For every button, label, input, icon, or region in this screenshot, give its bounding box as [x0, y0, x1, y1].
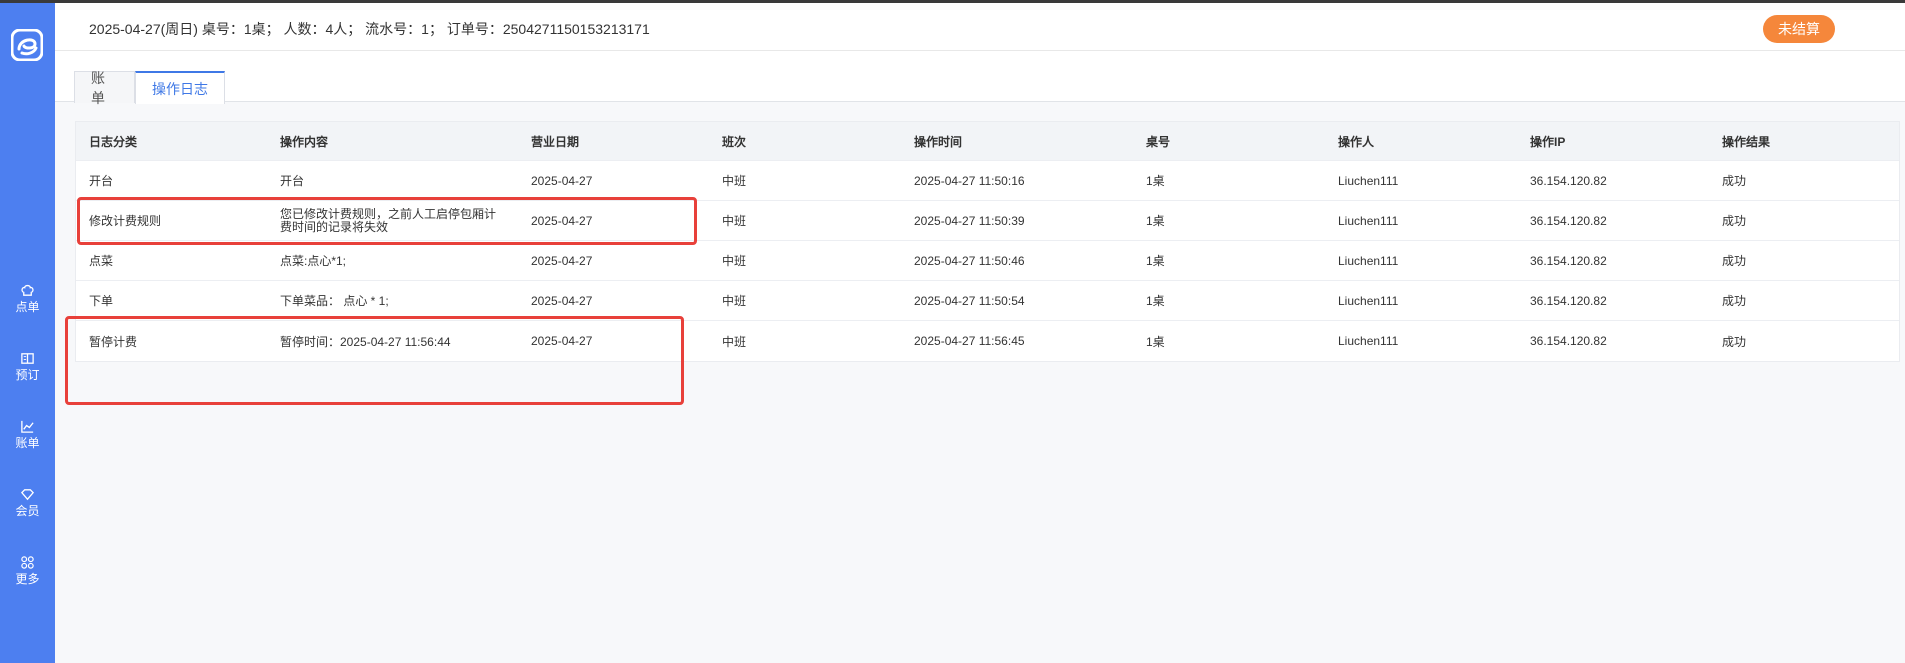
tab-operation-log[interactable]: 操作日志	[135, 71, 225, 104]
table-cell: 1桌	[1146, 254, 1165, 268]
table-cell: 2025-04-27	[531, 293, 593, 308]
sidebar-item-member[interactable]: 会员	[0, 477, 55, 527]
table-cell: 中班	[722, 214, 747, 228]
table-cell: 2025-04-27 11:50:16	[914, 173, 1025, 188]
table-cell: Liuchen111	[1338, 253, 1399, 268]
table-row[interactable]: 下单 下单菜品： 点心 * 1; 2025-04-27 中班 2025-04-2…	[76, 281, 1899, 321]
table-cell: 中班	[722, 334, 747, 349]
table-cell: 1桌	[1146, 214, 1165, 228]
sidebar-item-reservation[interactable]: 预订	[0, 341, 55, 391]
chart-icon	[21, 420, 34, 433]
table-cell: 1桌	[1146, 174, 1165, 188]
column-header: 操作IP	[1530, 134, 1566, 149]
column-header: 操作结果	[1722, 134, 1771, 149]
column-header: 班次	[722, 134, 747, 149]
table-cell: 成功	[1722, 254, 1747, 268]
status-badge: 未结算	[1763, 15, 1835, 43]
table-cell: 点菜	[89, 254, 114, 268]
tab-bar: 账单 操作日志	[55, 51, 1905, 106]
sidebar-item-label: 账单	[15, 435, 40, 450]
table-cell: 成功	[1722, 174, 1747, 188]
table-cell: 中班	[722, 254, 747, 268]
sidebar-item-bill[interactable]: 账单	[0, 409, 55, 459]
table-cell: 2025-04-27 11:56:45	[914, 334, 1025, 348]
grid-icon	[21, 555, 34, 569]
table-cell: 中班	[722, 294, 747, 308]
highlight-annotation-pause-billing	[65, 316, 684, 405]
table-cell: 成功	[1722, 214, 1747, 228]
sidebar-item-label: 预订	[15, 367, 40, 382]
column-header: 操作内容	[280, 134, 329, 149]
table-cell: 开台	[89, 174, 114, 188]
table-cell: 1桌	[1146, 294, 1165, 308]
sidebar-item-label: 点单	[15, 299, 40, 314]
sidebar-item-order[interactable]: 点单	[0, 273, 55, 323]
column-header: 营业日期	[531, 134, 580, 149]
column-header: 桌号	[1146, 134, 1171, 149]
table-cell: 2025-04-27 11:50:39	[914, 213, 1025, 228]
column-header: 操作时间	[914, 134, 963, 149]
order-info: 2025-04-27(周日) 桌号：1桌； 人数：4人； 流水号：1； 订单号：…	[89, 21, 650, 37]
table-cell: 下单菜品： 点心 * 1;	[280, 294, 389, 308]
table-cell: 成功	[1722, 334, 1747, 349]
table-cell: 2025-04-27	[531, 253, 593, 268]
table-cell: Liuchen111	[1338, 213, 1399, 228]
table-cell: 点菜:点心*1;	[280, 254, 347, 268]
chef-hat-icon	[21, 284, 34, 296]
sidebar: 点单 预订 账单 会员 更多	[0, 3, 55, 663]
tab-bill[interactable]: 账单	[74, 70, 135, 106]
table-cell: 2025-04-27 11:50:54	[914, 293, 1025, 308]
table-row[interactable]: 开台 开台 2025-04-27 中班 2025-04-27 11:50:16 …	[76, 161, 1899, 201]
table-header-row: 日志分类 操作内容 营业日期 班次 操作时间 桌号 操作人 操作IP 操作结果	[76, 122, 1899, 161]
table-cell: 下单	[89, 294, 114, 308]
sidebar-item-label: 更多	[15, 571, 40, 586]
table-cell: 36.154.120.82	[1530, 253, 1607, 268]
diamond-icon	[20, 488, 35, 500]
table-cell: Liuchen111	[1338, 334, 1399, 348]
table-cell: 成功	[1722, 294, 1747, 308]
table-cell: 开台	[280, 174, 305, 188]
sidebar-item-more[interactable]: 更多	[0, 545, 55, 595]
table-cell: 36.154.120.82	[1530, 334, 1607, 348]
column-header: 操作人	[1338, 134, 1375, 149]
table-row[interactable]: 点菜 点菜:点心*1; 2025-04-27 中班 2025-04-27 11:…	[76, 241, 1899, 281]
book-icon	[21, 352, 34, 364]
app-logo-icon	[10, 28, 44, 62]
sidebar-item-label: 会员	[15, 503, 40, 518]
table-cell: 36.154.120.82	[1530, 293, 1607, 308]
table-cell: 36.154.120.82	[1530, 213, 1607, 228]
table-cell: 中班	[722, 174, 747, 188]
table-cell: 36.154.120.82	[1530, 173, 1607, 188]
table-cell: Liuchen111	[1338, 293, 1399, 308]
table-cell: 2025-04-27	[531, 173, 593, 188]
table-cell: Liuchen111	[1338, 173, 1399, 188]
order-header: 2025-04-27(周日) 桌号：1桌； 人数：4人； 流水号：1； 订单号：…	[55, 3, 1905, 51]
table-cell: 2025-04-27 11:50:46	[914, 253, 1025, 268]
highlight-annotation-rule-change	[77, 197, 697, 245]
table-cell: 1桌	[1146, 334, 1165, 349]
column-header: 日志分类	[89, 134, 138, 149]
